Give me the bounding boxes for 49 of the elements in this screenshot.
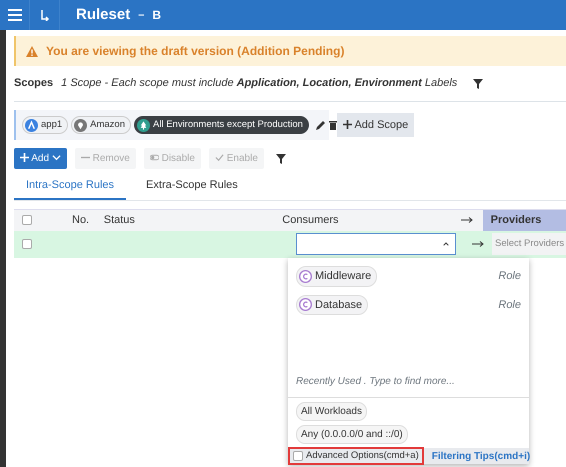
scopes-label: Scopes <box>14 76 54 92</box>
column-header: No. <box>72 212 90 228</box>
role-icon <box>299 270 312 283</box>
scopes-info: 1 Scope - Each scope must include Application, Location, Environment Labels <box>61 76 458 92</box>
option-chip[interactable]: Any (0.0.0.0/0 and ::/0) <box>296 425 408 444</box>
select-all-checkbox[interactable] <box>22 215 32 225</box>
role-icon <box>299 298 312 312</box>
edit-icon[interactable] <box>316 120 326 130</box>
plus-icon <box>343 120 352 130</box>
ruleset-name: B <box>152 7 161 24</box>
caret-up-icon[interactable] <box>443 241 449 247</box>
app-icon <box>25 118 38 132</box>
caret-down-icon <box>52 153 61 162</box>
plus-icon <box>20 153 29 162</box>
check-icon <box>214 153 224 162</box>
column-header: Consumers <box>282 212 340 228</box>
location-pin-icon <box>74 118 88 132</box>
menu-icon[interactable] <box>8 9 22 21</box>
role-label[interactable]: Database <box>296 294 368 315</box>
alert-text: You are viewing the draft version (Addition Pending) <box>46 43 344 60</box>
tree-icon <box>137 118 150 132</box>
label-type: Role <box>498 298 521 312</box>
add-button[interactable]: Add <box>14 148 67 169</box>
consumers-field[interactable] <box>296 233 456 255</box>
filtering-tips-link[interactable]: Filtering Tips(cmd+i) <box>432 448 530 464</box>
filter-icon[interactable] <box>276 154 286 164</box>
add-scope-button[interactable]: Add Scope <box>337 112 414 138</box>
title-separator: – <box>138 8 144 23</box>
trash-icon[interactable] <box>328 120 337 130</box>
row-checkbox[interactable] <box>22 239 32 249</box>
arrow-icon <box>460 217 473 223</box>
page-title: Ruleset <box>76 4 130 25</box>
scope-label[interactable]: All Environments except Production <box>134 116 309 134</box>
scope-label[interactable]: Amazon <box>71 116 131 134</box>
advanced-options-checkbox[interactable]: Advanced Options(cmd+a) <box>288 447 424 465</box>
back-arrow-icon[interactable] <box>40 9 50 21</box>
role-label[interactable]: Middleware <box>296 266 378 286</box>
search-hint: Recently Used . Type to find more... <box>296 375 456 389</box>
arrow-icon <box>472 241 484 247</box>
option-chip[interactable]: All Workloads <box>296 402 367 421</box>
rules-tab[interactable]: Intra-Scope Rules <box>14 173 126 200</box>
filter-icon[interactable] <box>473 78 484 88</box>
toggle-icon <box>150 153 159 162</box>
rules-tab[interactable]: Extra-Scope Rules <box>134 173 250 200</box>
scope-label[interactable]: app1 <box>22 116 68 134</box>
warning-icon <box>26 46 38 56</box>
column-header: Providers <box>482 210 566 230</box>
column-header: Status <box>104 212 136 228</box>
label-type: Role <box>498 269 521 284</box>
